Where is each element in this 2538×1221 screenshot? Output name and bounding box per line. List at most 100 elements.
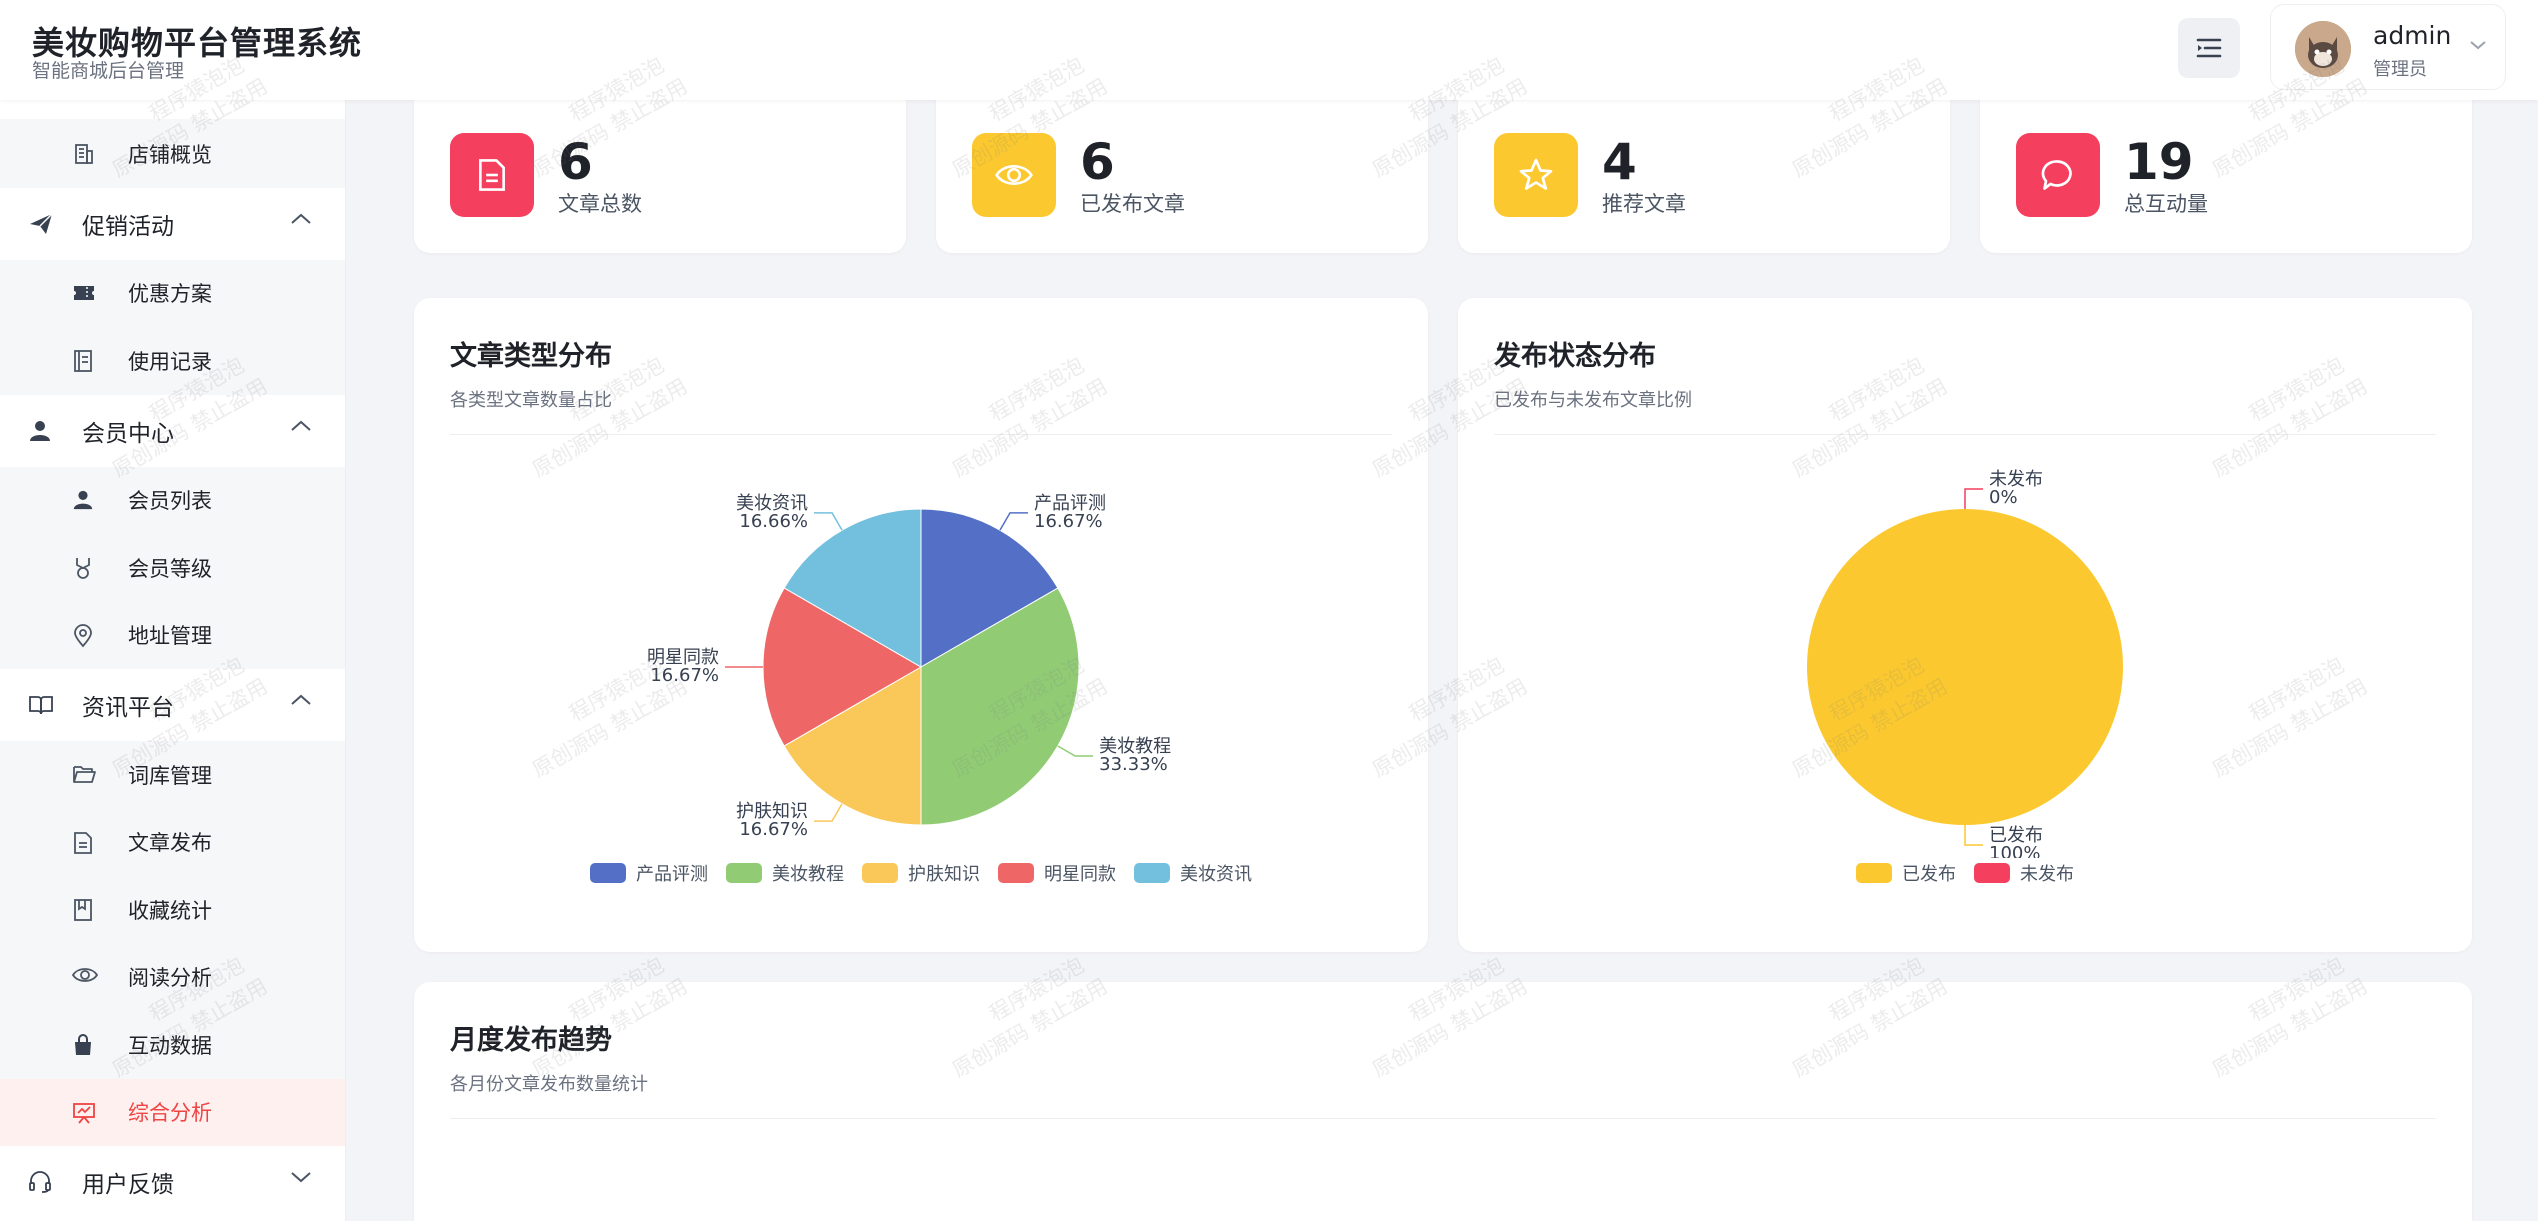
eye-icon [995, 165, 1033, 185]
sidebar-item-member-list[interactable]: 会员列表 [0, 467, 345, 535]
location-icon [74, 623, 92, 647]
ticket-icon [74, 285, 94, 300]
panel-title: 月度发布趋势 [450, 1025, 612, 1056]
pie-leader-line [1964, 488, 1983, 509]
panel-title: 文章类型分布 [450, 341, 612, 372]
legend-label: 未发布 [2020, 864, 2074, 885]
sidebar-item-label: 优惠方案 [128, 282, 212, 307]
sidebar-group-promotion[interactable]: 促销活动 [0, 188, 345, 260]
pie-slice [1807, 509, 2123, 825]
sidebar-item-store-overview[interactable]: 店铺概览 [0, 120, 345, 188]
stat-label: 推荐文章 [1602, 192, 1686, 216]
sidebar: 店铺概览 促销活动 优惠方案 使用记录 会员中心 会员列表 会员等级 地址管理 … [0, 100, 346, 1221]
stat-value: 6 [1080, 133, 1115, 191]
bag-icon [75, 1034, 91, 1055]
eye-icon [72, 967, 98, 982]
sidebar-item-label: 文章发布 [128, 831, 212, 856]
stat-label: 已发布文章 [1080, 192, 1185, 216]
stat-icon-box [972, 133, 1056, 217]
document-icon [479, 159, 505, 191]
pie-leader-line [813, 803, 843, 822]
chevron-up-icon [291, 694, 311, 705]
menu-fold-icon [2196, 38, 2222, 58]
chevron-up-icon [291, 213, 311, 224]
user-dropdown[interactable]: admin 管理员 [2270, 4, 2506, 90]
panel-subtitle: 各类型文章数量占比 [450, 390, 612, 411]
bookmark-icon [74, 899, 92, 921]
panel-type-distribution: 文章类型分布 各类型文章数量占比 产品评测 16.67% 美妆教程 33.33% 护肤知… [414, 298, 1428, 952]
sidebar-group-info[interactable]: 资讯平台 [0, 669, 345, 741]
legend-item[interactable]: 美妆教程 [726, 860, 844, 886]
divider [1494, 434, 2436, 435]
pie-leader-line [1964, 825, 1983, 846]
legend-item[interactable]: 未发布 [1974, 860, 2074, 886]
menu-toggle-button[interactable] [2178, 18, 2240, 78]
user-role: 管理员 [2373, 59, 2427, 80]
chevron-up-icon [291, 420, 311, 431]
legend-item[interactable]: 明星同款 [998, 860, 1116, 886]
pie-value-label: 16.67% [650, 665, 719, 686]
pie-value-label: 100% [1989, 843, 2040, 858]
chat-icon [2041, 160, 2072, 190]
sidebar-item-label: 地址管理 [128, 624, 212, 649]
sidebar-item-coupon-plan[interactable]: 优惠方案 [0, 260, 345, 328]
building-icon [75, 144, 93, 164]
sidebar-item-label: 店铺概览 [128, 142, 212, 167]
legend-label: 明星同款 [1044, 864, 1116, 885]
pie-value-label: 33.33% [1099, 754, 1168, 775]
stat-icon-box [450, 133, 534, 217]
stat-icon-box [1494, 133, 1578, 217]
sidebar-item-interaction[interactable]: 互动数据 [0, 1011, 345, 1079]
stat-icon-box [2016, 133, 2100, 217]
sidebar-item-usage-record[interactable]: 使用记录 [0, 327, 345, 395]
sidebar-item-member-level[interactable]: 会员等级 [0, 534, 345, 602]
avatar [2295, 21, 2351, 77]
panel-monthly-trend: 月度发布趋势 各月份文章发布数量统计 [414, 982, 2472, 1221]
pie-leader-line [999, 512, 1029, 531]
sidebar-item-label: 会员等级 [128, 556, 212, 581]
sidebar-item-label: 互动数据 [128, 1033, 212, 1058]
chart-legend: 已发布 未发布 [1458, 860, 2472, 886]
headset-icon [29, 1171, 51, 1193]
legend-swatch [1974, 863, 2010, 883]
divider [450, 434, 1392, 435]
sidebar-item-label: 收藏统计 [128, 898, 212, 923]
stat-card-published: 6 已发布文章 [936, 100, 1428, 253]
sidebar-group-feedback[interactable]: 用户反馈 [0, 1146, 345, 1218]
status-pie-chart: 已发布100%未发布0% [1807, 469, 2123, 858]
stat-label: 文章总数 [558, 192, 642, 216]
book-icon [29, 696, 53, 715]
record-icon [74, 350, 92, 372]
sidebar-item-favorites[interactable]: 收藏统计 [0, 876, 345, 944]
sidebar-item-label: 会员列表 [128, 489, 212, 514]
legend-label: 美妆资讯 [1180, 864, 1252, 885]
sidebar-item-overall-analysis[interactable]: 综合分析 [0, 1078, 345, 1146]
app-subtitle: 智能商城后台管理 [32, 60, 185, 82]
pie-leader-line [814, 512, 843, 531]
legend-item[interactable]: 护肤知识 [862, 860, 980, 886]
legend-swatch [1856, 863, 1892, 883]
stat-value: 4 [1602, 133, 1637, 191]
panel-subtitle: 已发布与未发布文章比例 [1494, 390, 1692, 411]
stat-card-total: 6 文章总数 [414, 100, 906, 253]
sidebar-item-reading[interactable]: 阅读分析 [0, 944, 345, 1012]
stat-card-interactions: 19 总互动量 [1980, 100, 2472, 253]
legend-swatch [1134, 863, 1170, 883]
legend-item[interactable]: 已发布 [1856, 860, 1956, 886]
stat-label: 总互动量 [2124, 192, 2208, 216]
sidebar-item-lexicon[interactable]: 词库管理 [0, 741, 345, 809]
stat-value: 6 [558, 133, 593, 191]
legend-swatch [998, 863, 1034, 883]
sidebar-item-label: 阅读分析 [128, 966, 212, 991]
chevron-down-icon [291, 1172, 311, 1183]
legend-label: 产品评测 [636, 864, 708, 885]
legend-item[interactable]: 产品评测 [590, 860, 708, 886]
send-icon [30, 212, 53, 234]
sidebar-item-article-publish[interactable]: 文章发布 [0, 809, 345, 877]
legend-item[interactable]: 美妆资讯 [1134, 860, 1252, 886]
user-name: admin [2373, 21, 2452, 50]
panel-subtitle: 各月份文章发布数量统计 [450, 1074, 648, 1095]
sidebar-group-member[interactable]: 会员中心 [0, 395, 345, 467]
sidebar-item-address[interactable]: 地址管理 [0, 602, 345, 670]
pie-value-label: 16.67% [739, 819, 808, 840]
